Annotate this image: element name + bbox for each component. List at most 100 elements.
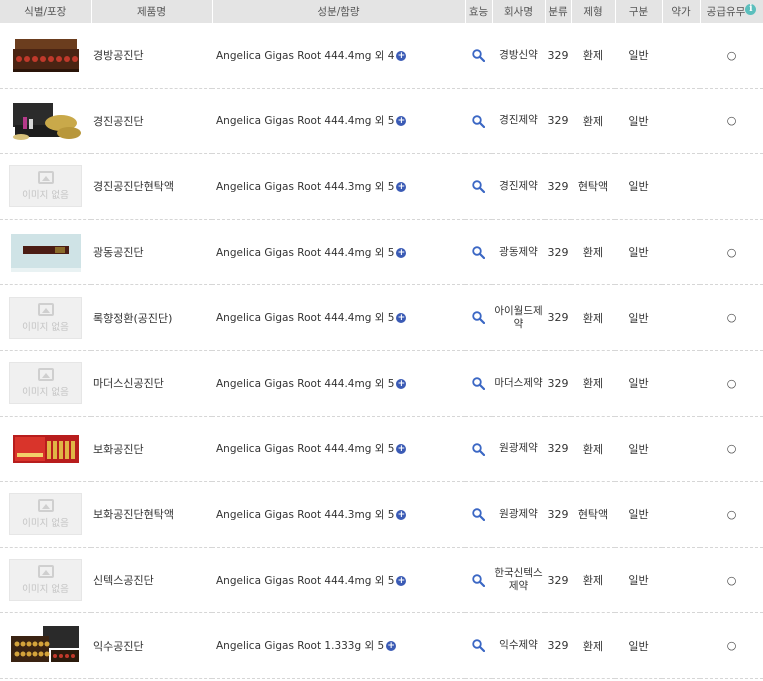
product-name-link[interactable]: 경진공진단 [91, 88, 212, 155]
ingredient-text[interactable]: Angelica Gigas Root 444.4mg 외 5 [216, 443, 394, 455]
class-code: 329 [545, 547, 571, 614]
ingredient-text[interactable]: Angelica Gigas Root 444.4mg 외 5 [216, 378, 394, 390]
product-name-link[interactable]: 보화공진단 [91, 416, 212, 483]
ingredient-text[interactable]: Angelica Gigas Root 444.4mg 외 5 [216, 575, 394, 587]
effect-cell [465, 153, 492, 220]
drug-price [662, 88, 700, 155]
class-code: 329 [545, 23, 571, 89]
col-header-class: 분류 [545, 0, 572, 23]
drug-type: 일반 [615, 88, 662, 155]
product-name-link[interactable]: 보화공진단현탁액 [91, 481, 212, 548]
search-effect-icon[interactable] [472, 508, 485, 522]
product-name-link[interactable]: 광동공진단 [91, 219, 212, 286]
product-name-link[interactable]: 신텍스공진단 [91, 547, 212, 614]
table-row[interactable]: 경방공진단 Angelica Gigas Root 444.4mg 외 4 + 경방신… [0, 23, 763, 89]
ingredient-text[interactable]: Angelica Gigas Root 444.3mg 외 5 [216, 509, 394, 521]
search-effect-icon[interactable] [472, 49, 485, 63]
effect-cell [465, 416, 492, 483]
product-image[interactable] [9, 624, 83, 668]
supply-status: ○ [700, 350, 763, 417]
table-row[interactable]: 이미지 없음 록향정환(공진단) Angelica Gigas Root 444.4… [0, 284, 763, 351]
col-header-name: 제품명 [91, 0, 213, 23]
col-header-ingredient: 성분/함량 [212, 0, 466, 23]
company-name[interactable]: 아이월드제약 [492, 284, 545, 351]
table-row[interactable]: 이미지 없음 경진공진단현탁액 Angelica Gigas Root 444.3m… [0, 153, 763, 220]
drug-price [662, 219, 700, 286]
search-effect-icon[interactable] [472, 180, 485, 194]
product-name-link[interactable]: 익수공진단 [91, 612, 212, 679]
search-effect-icon[interactable] [472, 573, 485, 587]
ingredient-text[interactable]: Angelica Gigas Root 444.3mg 외 5 [216, 181, 394, 193]
table-row[interactable]: 이미지 없음 마더스신공진단 Angelica Gigas Root 444.4mg… [0, 350, 763, 417]
drug-type: 일반 [615, 612, 662, 679]
info-icon[interactable]: i [745, 4, 757, 15]
ingredient-text[interactable]: Angelica Gigas Root 444.4mg 외 5 [216, 247, 394, 259]
expand-ingredient-icon[interactable]: + [396, 378, 407, 389]
product-image[interactable] [9, 33, 83, 77]
company-name[interactable]: 한국신텍스제약 [492, 547, 545, 614]
expand-ingredient-icon[interactable]: + [396, 575, 407, 586]
table-row[interactable]: 이미지 없음 신텍스공진단 Angelica Gigas Root 444.4mg … [0, 547, 763, 614]
product-image[interactable] [9, 99, 83, 143]
company-name[interactable]: 경진제약 [492, 153, 545, 220]
product-name-link[interactable]: 경진공진단현탁액 [91, 153, 212, 220]
search-effect-icon[interactable] [472, 442, 485, 456]
drug-price [662, 284, 700, 351]
supply-status: ○ [700, 23, 763, 89]
col-header-form: 제형 [571, 0, 616, 23]
company-name[interactable]: 광동제약 [492, 219, 545, 286]
company-name[interactable]: 마더스제약 [492, 350, 545, 417]
expand-ingredient-icon[interactable]: + [396, 116, 407, 127]
company-name[interactable]: 익수제약 [492, 612, 545, 679]
table-row[interactable]: 보화공진단 Angelica Gigas Root 444.4mg 외 5 + 원광제… [0, 416, 763, 483]
image-placeholder-icon [37, 565, 54, 579]
product-image[interactable] [9, 230, 83, 274]
company-name[interactable]: 경진제약 [492, 88, 545, 155]
product-name-link[interactable]: 경방공진단 [91, 23, 212, 89]
class-code: 329 [545, 481, 571, 548]
table-row[interactable]: 이미지 없음 보화공진단현탁액 Angelica Gigas Root 444.3m… [0, 481, 763, 548]
drug-type: 일반 [615, 284, 662, 351]
search-effect-icon[interactable] [472, 245, 485, 259]
supply-status: ○ [700, 481, 763, 548]
company-name[interactable]: 원광제약 [492, 481, 545, 548]
class-code: 329 [545, 350, 571, 417]
table-row[interactable]: 광동공진단 Angelica Gigas Root 444.4mg 외 5 + 광동제… [0, 219, 763, 286]
table-row[interactable]: 경진공진단 Angelica Gigas Root 444.4mg 외 5 + 경진제… [0, 88, 763, 155]
image-cell [0, 612, 91, 679]
ingredient-text[interactable]: Angelica Gigas Root 444.4mg 외 4 [216, 50, 394, 62]
expand-ingredient-icon[interactable]: + [396, 181, 407, 192]
search-effect-icon[interactable] [472, 114, 485, 128]
dosage-form: 환제 [571, 23, 615, 89]
no-image-placeholder: 이미지 없음 [9, 493, 82, 536]
product-name-link[interactable]: 마더스신공진단 [91, 350, 212, 417]
image-placeholder-icon [37, 302, 54, 316]
image-cell [0, 23, 91, 89]
ingredient-text[interactable]: Angelica Gigas Root 444.4mg 외 5 [216, 115, 394, 127]
search-effect-icon[interactable] [472, 639, 485, 653]
company-name[interactable]: 경방신약 [492, 23, 545, 89]
class-code: 329 [545, 416, 571, 483]
table-row[interactable]: 익수공진단 Angelica Gigas Root 1.333g 외 5 + 익수제약… [0, 612, 763, 679]
ingredient-text[interactable]: Angelica Gigas Root 444.4mg 외 5 [216, 312, 394, 324]
search-effect-icon[interactable] [472, 311, 485, 325]
drug-price [662, 612, 700, 679]
search-effect-icon[interactable] [472, 377, 485, 391]
product-name-link[interactable]: 록향정환(공진단) [91, 284, 212, 351]
expand-ingredient-icon[interactable]: + [396, 50, 407, 61]
ingredient-text[interactable]: Angelica Gigas Root 1.333g 외 5 [216, 640, 384, 652]
expand-ingredient-icon[interactable]: + [396, 247, 407, 258]
no-image-placeholder: 이미지 없음 [9, 559, 82, 602]
expand-ingredient-icon[interactable]: + [386, 641, 397, 652]
col-header-type: 구분 [615, 0, 663, 23]
dosage-form: 환제 [571, 219, 615, 286]
company-name[interactable]: 원광제약 [492, 416, 545, 483]
drug-list-table: 식별/포장 제품명 성분/함량 효능 회사명 분류 제형 구분 약가 공급유무 i… [0, 0, 763, 679]
expand-ingredient-icon[interactable]: + [396, 509, 407, 520]
ingredient-cell: Angelica Gigas Root 444.4mg 외 5 + [212, 219, 465, 286]
ingredient-cell: Angelica Gigas Root 444.4mg 외 5 + [212, 416, 465, 483]
expand-ingredient-icon[interactable]: + [396, 313, 407, 324]
expand-ingredient-icon[interactable]: + [396, 444, 407, 455]
effect-cell [465, 23, 492, 89]
product-image[interactable] [9, 427, 83, 471]
